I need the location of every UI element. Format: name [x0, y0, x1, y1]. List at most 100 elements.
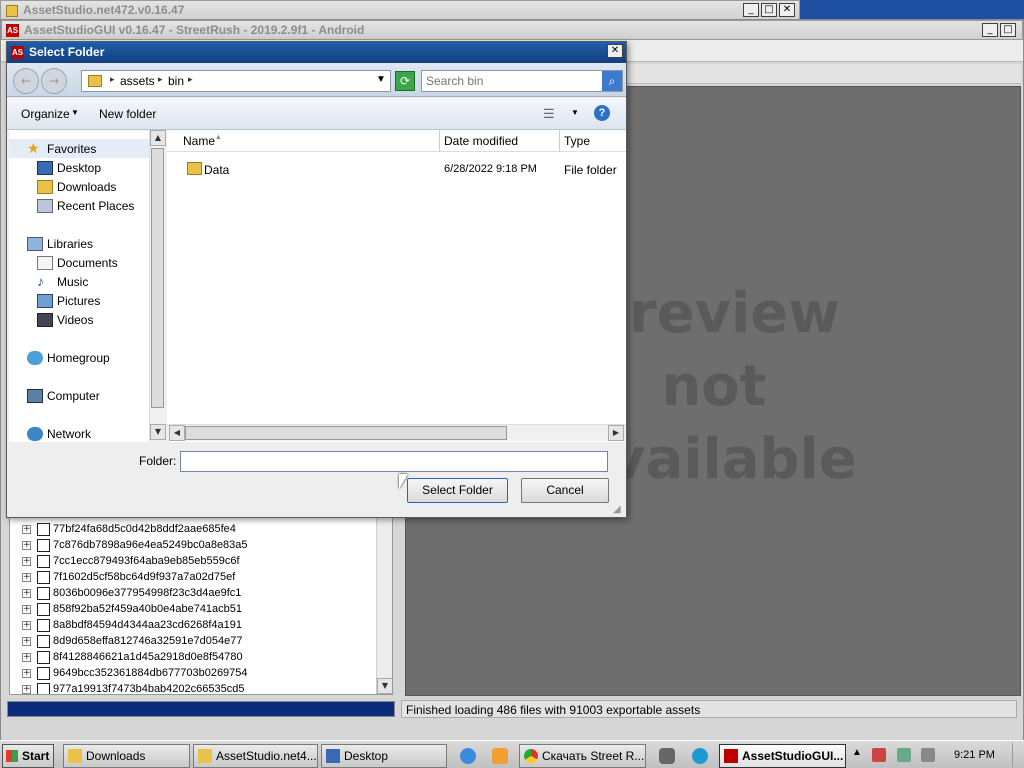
- tree-node-checkbox[interactable]: [37, 651, 50, 664]
- breadcrumb-assets[interactable]: assets: [120, 74, 155, 88]
- tray-icon[interactable]: [897, 748, 911, 762]
- media-player-icon[interactable]: [492, 748, 508, 764]
- minimize-button[interactable]: _: [743, 3, 759, 17]
- folder-input[interactable]: [180, 451, 608, 472]
- tree-node-checkbox[interactable]: [37, 667, 50, 680]
- column-header-type[interactable]: Type: [564, 134, 590, 148]
- expand-icon[interactable]: +: [22, 605, 31, 614]
- navigation-scrollbar[interactable]: ▲ ▼: [149, 130, 166, 442]
- tree-node[interactable]: +977a19913f7473b4bab4202c66535cd5: [10, 682, 380, 695]
- tree-node[interactable]: +8a8bdf84594d4344aa23cd6268f4a191: [10, 618, 380, 634]
- expand-icon[interactable]: +: [22, 637, 31, 646]
- search-box[interactable]: ⌕: [421, 70, 623, 92]
- breadcrumb-bin[interactable]: bin: [168, 74, 184, 88]
- expand-icon[interactable]: +: [22, 685, 31, 694]
- column-header-name[interactable]: Name: [183, 134, 215, 148]
- view-options-icon[interactable]: ☰: [543, 106, 555, 122]
- tree-node[interactable]: +858f92ba52f459a40b0e4abe741acb51: [10, 602, 380, 618]
- tray-icon[interactable]: [872, 748, 886, 762]
- scroll-down-button[interactable]: ▼: [150, 424, 166, 440]
- scroll-right-button[interactable]: ▶: [608, 425, 624, 441]
- tree-node-checkbox[interactable]: [37, 619, 50, 632]
- new-folder-button[interactable]: New folder: [99, 107, 156, 121]
- taskbar-item-downloads[interactable]: Downloads: [63, 744, 190, 768]
- raccoon-icon[interactable]: [659, 748, 675, 764]
- horizontal-scroll-thumb[interactable]: [185, 426, 507, 440]
- tree-node[interactable]: +7cc1ecc879493f64aba9eb85eb559c6f: [10, 554, 380, 570]
- search-icon[interactable]: ⌕: [602, 71, 622, 91]
- minimize-button[interactable]: _: [982, 23, 998, 37]
- tree-node-checkbox[interactable]: [37, 539, 50, 552]
- asset-tree[interactable]: +77bf24fa68d5c0d42b8ddf2aae685fe4 +7c876d…: [9, 515, 393, 695]
- tree-node-checkbox[interactable]: [37, 571, 50, 584]
- maximize-button[interactable]: □: [761, 3, 777, 17]
- taskbar-item-desktop[interactable]: Desktop: [321, 744, 447, 768]
- edge-icon[interactable]: [692, 748, 708, 764]
- select-folder-button[interactable]: Select Folder: [407, 478, 508, 503]
- tree-scrollbar[interactable]: ▼: [376, 516, 392, 694]
- tree-node[interactable]: +77bf24fa68d5c0d42b8ddf2aae685fe4: [10, 522, 380, 538]
- resize-grip-icon[interactable]: ◢: [613, 504, 625, 516]
- expand-icon[interactable]: +: [22, 557, 31, 566]
- organize-button[interactable]: Organize: [21, 107, 70, 121]
- expand-icon[interactable]: +: [22, 589, 31, 598]
- expand-icon[interactable]: +: [22, 541, 31, 550]
- expand-icon[interactable]: +: [22, 525, 31, 534]
- column-divider[interactable]: [439, 130, 440, 152]
- tree-node-checkbox[interactable]: [37, 523, 50, 536]
- tray-expand-icon[interactable]: ▲: [852, 747, 862, 758]
- column-header-date[interactable]: Date modified: [444, 134, 518, 148]
- tree-node[interactable]: +7f1602d5cf58bc64d9f937a7a02d75ef: [10, 570, 380, 586]
- tree-node[interactable]: +8d9d658effa812746a32591e7d054e77: [10, 634, 380, 650]
- help-icon[interactable]: ?: [594, 105, 610, 121]
- expand-icon[interactable]: +: [22, 573, 31, 582]
- taskbar-item-assetstudio-net[interactable]: AssetStudio.net4...: [193, 744, 318, 768]
- back-button[interactable]: ←: [13, 68, 39, 94]
- volume-icon[interactable]: [921, 748, 935, 762]
- clock[interactable]: 9:21 PM: [954, 749, 995, 761]
- ie-icon[interactable]: [460, 748, 476, 764]
- refresh-button[interactable]: ⟳: [395, 71, 415, 91]
- close-button[interactable]: ✕: [779, 3, 795, 17]
- horizontal-scrollbar[interactable]: ◀ ▶: [167, 424, 626, 441]
- expand-icon[interactable]: +: [22, 621, 31, 630]
- scroll-left-button[interactable]: ◀: [169, 425, 185, 441]
- tree-node[interactable]: +8036b0096e377954998f23c3d4ae9fc1: [10, 586, 380, 602]
- search-input[interactable]: [426, 73, 596, 89]
- tree-node-checkbox[interactable]: [37, 603, 50, 616]
- scroll-up-button[interactable]: ▲: [150, 130, 166, 146]
- pictures-icon: [37, 294, 53, 308]
- cancel-button[interactable]: Cancel: [521, 478, 609, 503]
- file-list[interactable]: Name ▲ Date modified Type Data 6/28/2022…: [167, 130, 626, 442]
- chevron-down-icon[interactable]: ▼: [376, 74, 386, 85]
- tree-node-checkbox[interactable]: [37, 555, 50, 568]
- start-button[interactable]: Start: [2, 744, 54, 768]
- maximize-button[interactable]: □: [1000, 23, 1016, 37]
- dialog-titlebar[interactable]: AS Select Folder ✕: [7, 42, 626, 63]
- tree-node-checkbox[interactable]: [37, 683, 50, 694]
- tree-node-label: 977a19913f7473b4bab4202c66535cd5: [53, 683, 245, 695]
- tree-node[interactable]: +9649bcc352361884db677703b0269754: [10, 666, 380, 682]
- tree-node-checkbox[interactable]: [37, 635, 50, 648]
- main-window-titlebar[interactable]: AS AssetStudioGUI v0.16.47 - StreetRush …: [1, 20, 1023, 40]
- tree-node[interactable]: +8f4128846621a1d45a2918d0e8f54780: [10, 650, 380, 666]
- chevron-down-icon[interactable]: ▼: [571, 108, 579, 117]
- tree-node-checkbox[interactable]: [37, 587, 50, 600]
- taskbar-item-assetstudiogui[interactable]: AssetStudioGUI...: [719, 744, 846, 768]
- forward-button[interactable]: →: [41, 68, 67, 94]
- show-desktop-button[interactable]: [1012, 743, 1022, 767]
- expand-icon[interactable]: +: [22, 669, 31, 678]
- dialog-close-button[interactable]: ✕: [607, 44, 623, 58]
- scroll-down-button[interactable]: ▼: [377, 678, 392, 694]
- column-divider[interactable]: [559, 130, 560, 152]
- taskbar-item-chrome[interactable]: Скачать Street R...: [519, 744, 646, 768]
- expand-icon[interactable]: +: [22, 653, 31, 662]
- recent-places-icon: [37, 199, 53, 213]
- windows-logo-icon: [6, 750, 18, 762]
- file-row[interactable]: Data 6/28/2022 9:18 PM File folder: [167, 160, 626, 180]
- address-bar[interactable]: ▸ assets ▸ bin ▸ ▼: [81, 70, 391, 92]
- navigation-pane[interactable]: ★ Favorites Desktop Downloads Recent Plac…: [9, 130, 165, 442]
- tree-node[interactable]: +7c876db7898a96e4ea5249bc0a8e83a5: [10, 538, 380, 554]
- scroll-thumb[interactable]: [151, 148, 164, 408]
- tree-node-label: 858f92ba52f459a40b0e4abe741acb51: [53, 603, 243, 615]
